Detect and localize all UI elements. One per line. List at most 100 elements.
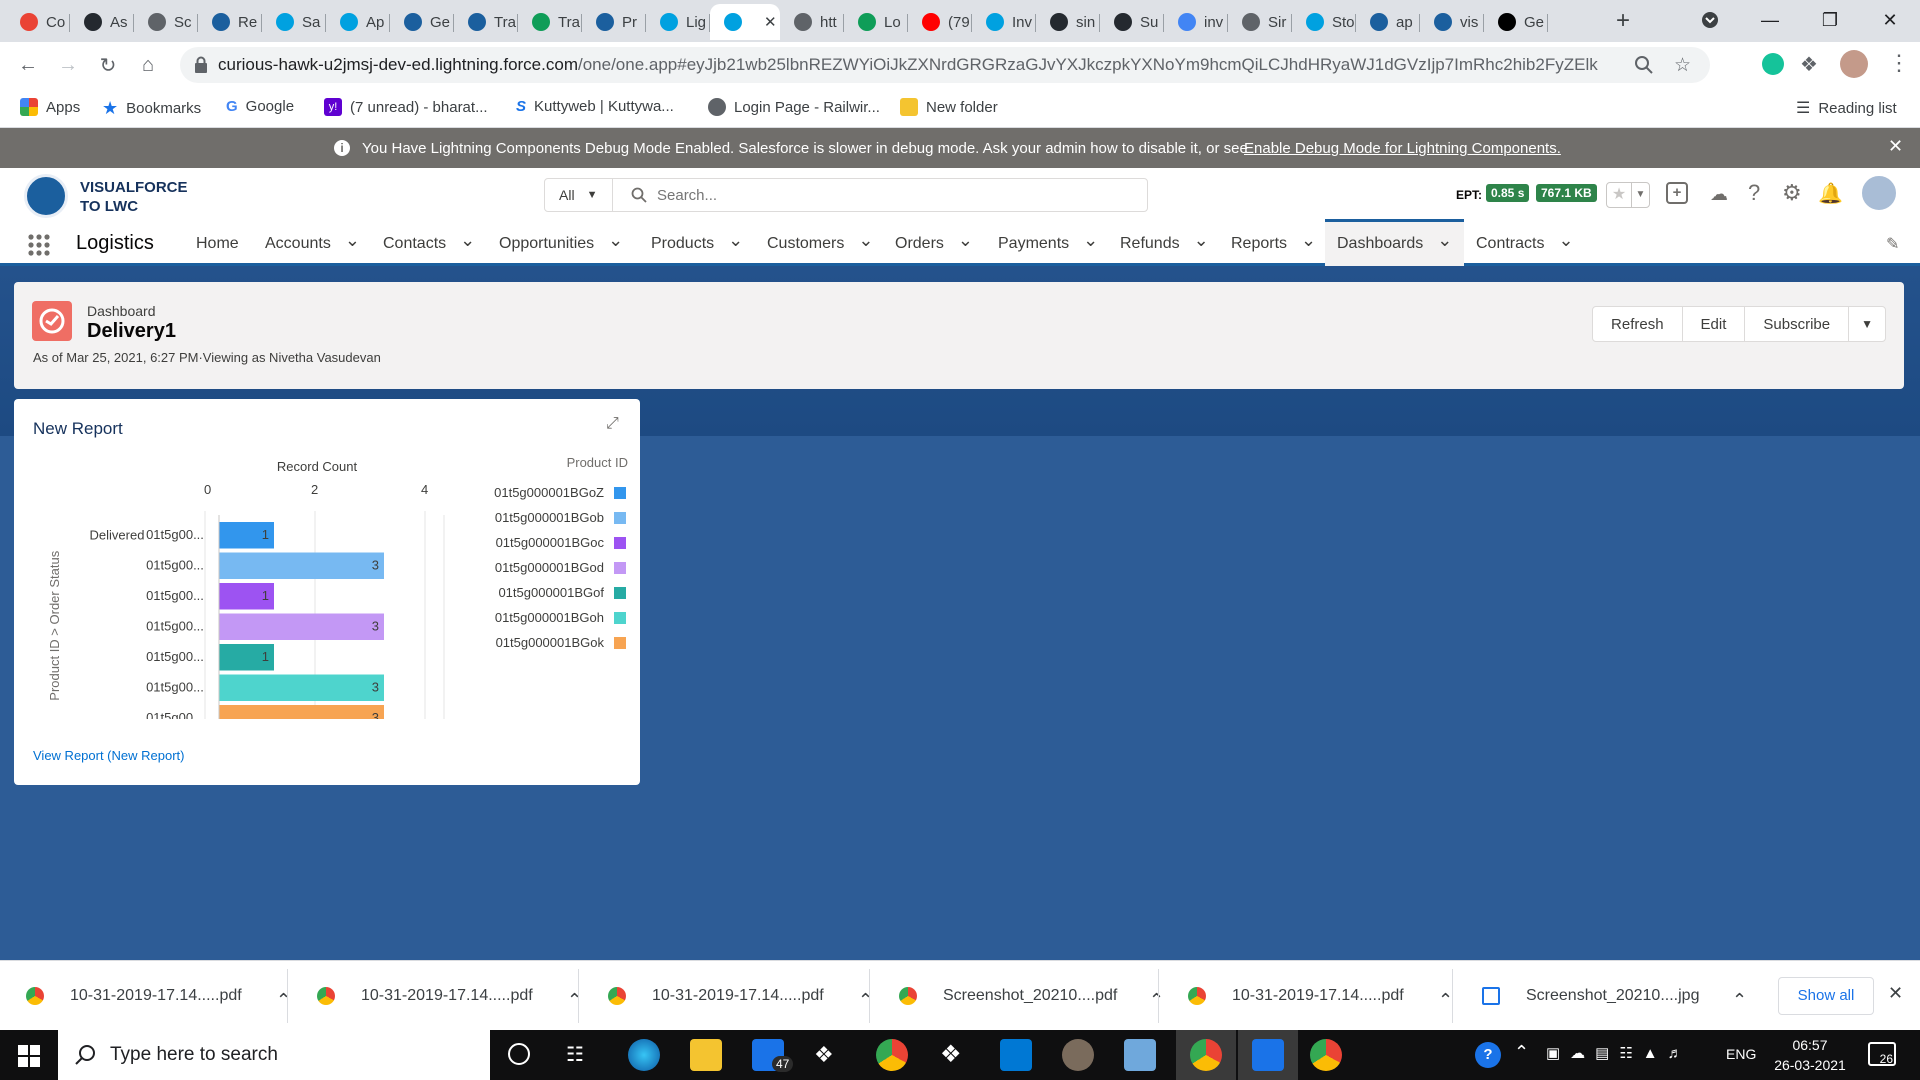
download-item[interactable]: Screenshot_20210....pdf ⌃ [899,961,1164,1031]
vscode-icon[interactable] [1000,1039,1032,1071]
browser-tab[interactable]: Pr [582,4,646,40]
dropbox-icon[interactable]: ❖ [814,1042,834,1068]
chevron-down-icon[interactable]: ⌄ [345,230,360,251]
chevron-down-icon[interactable]: ⌄ [728,230,743,251]
nav-item-orders[interactable]: Orders ⌄ [895,222,973,266]
download-item[interactable]: 10-31-2019-17.14.....pdf ⌃ [608,961,873,1031]
nav-item-payments[interactable]: Payments ⌄ [998,222,1098,266]
browser-tab[interactable]: Ap [326,4,390,40]
chevron-down-icon[interactable]: ⌄ [1437,230,1452,251]
tab-search-icon[interactable] [1680,0,1740,40]
download-item[interactable]: 10-31-2019-17.14.....pdf ⌃ [26,961,291,1031]
refresh-button[interactable]: Refresh [1593,307,1683,341]
close-window-button[interactable]: ✕ [1860,0,1920,40]
cortana-icon[interactable] [508,1043,530,1065]
grammarly-icon[interactable] [1762,53,1784,75]
download-item[interactable]: 10-31-2019-17.14.....pdf ⌃ [1188,961,1453,1031]
view-report-link[interactable]: View Report (New Report) [33,748,184,763]
notifications-icon[interactable]: 26 [1868,1042,1896,1066]
nav-item-opportunities[interactable]: Opportunities ⌄ [499,222,623,266]
chevron-down-icon[interactable]: ⌄ [1301,230,1316,251]
subscribe-button[interactable]: Subscribe [1745,307,1850,341]
edit-nav-pencil-icon[interactable]: ✎ [1886,234,1899,254]
browser-tab[interactable]: ✕ [710,4,780,40]
chevron-down-icon[interactable]: ⌄ [958,230,973,251]
chevron-down-icon[interactable]: ⌄ [1083,230,1098,251]
edge-icon[interactable] [628,1039,660,1071]
browser-tab[interactable]: Sc [134,4,198,40]
taskbar-active-app[interactable] [1176,1030,1236,1080]
browser-tab[interactable]: sin [1036,4,1100,40]
file-explorer-icon[interactable] [690,1039,722,1071]
reading-list[interactable]: ☰ Reading list [1796,98,1897,118]
browser-tab[interactable]: Co [6,4,70,40]
chrome-icon[interactable] [876,1039,908,1071]
chevron-up-icon[interactable]: ⌃ [276,990,291,1011]
forward-button[interactable]: → [50,47,86,83]
home-icon[interactable]: ⌂ [130,47,166,83]
app-launcher-icon[interactable] [28,234,50,256]
extensions-icon[interactable]: ❖ [1800,52,1818,77]
help-icon[interactable]: ? [1748,180,1760,206]
notepad-icon[interactable] [1124,1039,1156,1071]
search-scope-select[interactable]: All ▼ [545,179,613,211]
chevron-up-icon[interactable]: ⌃ [1438,990,1453,1011]
browser-tab[interactable]: inv [1164,4,1228,40]
nav-item-contacts[interactable]: Contacts ⌄ [383,222,475,266]
org-logo[interactable] [24,174,68,218]
show-hidden-icons[interactable]: ⌃ [1514,1042,1529,1063]
app-icon[interactable]: ❖ [940,1040,962,1069]
favorites-button[interactable]: ★ ▼ [1606,182,1650,208]
browser-tab[interactable]: Tra [518,4,582,40]
notifications-bell-icon[interactable]: 🔔 [1818,181,1843,206]
chevron-down-icon[interactable]: ⌄ [1194,230,1209,251]
browser-tab[interactable]: ap [1356,4,1420,40]
browser-tab[interactable]: vis [1420,4,1484,40]
global-actions-icon[interactable]: + [1666,182,1688,204]
chevron-down-icon[interactable]: ⌄ [858,230,873,251]
paint-icon[interactable] [1062,1039,1094,1071]
browser-tab[interactable]: htt [780,4,844,40]
browser-tab[interactable]: Inv [972,4,1036,40]
nav-item-accounts[interactable]: Accounts ⌄ [265,222,360,266]
browser-tab[interactable]: (79 [908,4,972,40]
chevron-down-icon[interactable]: ⌄ [608,230,623,251]
taskbar-photos-app[interactable] [1238,1030,1298,1080]
browser-tab[interactable]: Ge [390,4,454,40]
bookmark-railwire[interactable]: Login Page - Railwir... [708,98,880,116]
restore-button[interactable]: ❐ [1800,0,1860,40]
nav-item-home[interactable]: Home [196,222,239,266]
zoom-icon[interactable] [1634,55,1654,75]
edit-button[interactable]: Edit [1683,307,1746,341]
bookmark-kuttyweb[interactable]: S Kuttyweb | Kuttywa... [516,98,674,115]
browser-tab[interactable]: Lig [646,4,710,40]
browser-tab[interactable]: Lo [844,4,908,40]
browser-tab[interactable]: Su [1100,4,1164,40]
chevron-down-icon[interactable]: ⌄ [460,230,475,251]
nav-item-customers[interactable]: Customers ⌄ [767,222,873,266]
bookmark-google[interactable]: G Google [226,98,294,115]
browser-tab[interactable]: As [70,4,134,40]
chrome-icon[interactable] [1310,1039,1342,1071]
chrome-menu-icon[interactable]: ⋮ [1888,50,1910,76]
chevron-down-icon[interactable]: ⌄ [1558,230,1573,251]
bookmark-yahoo[interactable]: y! (7 unread) - bharat... [324,98,488,116]
browser-tab[interactable]: Sa [262,4,326,40]
task-view-icon[interactable]: ☷ [566,1042,584,1067]
taskbar-search[interactable]: Type here to search [58,1030,490,1080]
profile-avatar[interactable] [1840,50,1868,78]
bookmark-apps[interactable]: Apps [20,98,80,116]
search-input[interactable] [657,183,1137,207]
debug-mode-link[interactable]: Enable Debug Mode for Lightning Componen… [1244,140,1561,157]
show-all-button[interactable]: Show all [1778,977,1874,1015]
nav-item-contracts[interactable]: Contracts ⌄ [1476,222,1574,266]
browser-tab[interactable]: Re [198,4,262,40]
back-button[interactable]: ← [10,47,46,83]
system-tray-icons[interactable]: ▣☁▤☷▲♬ [1546,1044,1693,1062]
chevron-up-icon[interactable]: ⌃ [858,990,873,1011]
minimize-button[interactable]: — [1740,0,1800,40]
browser-tab[interactable]: Sto [1292,4,1356,40]
clock[interactable]: 06:57 26-03-2021 [1770,1035,1850,1075]
new-tab-button[interactable]: + [1608,6,1638,36]
language-indicator[interactable]: ENG [1726,1046,1756,1062]
